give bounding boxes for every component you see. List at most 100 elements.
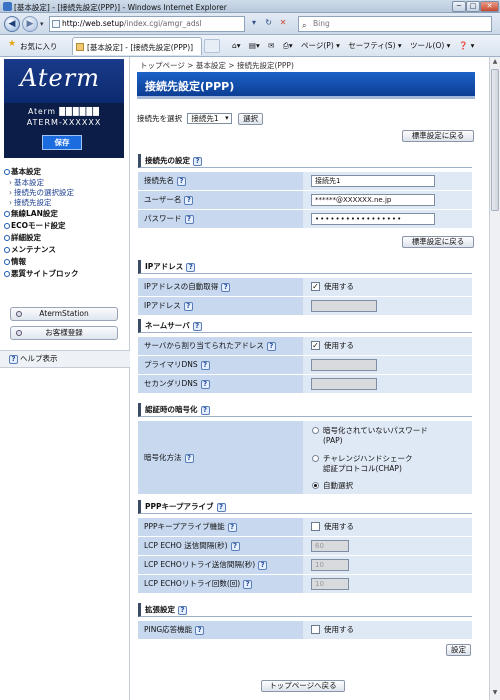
address-input[interactable]: http://web.setup/index.cgi/amgr_adsl [49,16,245,32]
row-ping: PING応答機能? 使用する [138,621,472,640]
ip-auto-checkbox[interactable]: ✓ [311,282,320,291]
help-icon[interactable]: ? [184,453,194,463]
url-path: /index.cgi/amgr_adsl [123,19,202,28]
help-icon[interactable]: ? [184,214,194,224]
feeds-icon[interactable]: ▤▾ [249,41,260,50]
auth-pap-radio[interactable] [312,427,319,434]
command-tools[interactable]: ツール(O) ▾ [410,41,450,50]
help-icon[interactable]: ? [243,579,253,589]
customer-register-button[interactable]: お客様登録 [10,326,118,340]
reset-default-button-connection[interactable]: 標準設定に戻る [402,236,474,248]
minimize-button[interactable]: ─ [452,1,466,12]
favorites-star-icon[interactable]: ★ [8,39,16,49]
row-lcp-interval: LCP ECHO 送信間隔(秒)? 60 [138,537,472,556]
ip-address-input[interactable] [311,300,377,312]
help-icon[interactable]: ? [200,379,210,389]
scroll-up-icon[interactable]: ▲ [491,58,499,68]
section-auth: 認証時の暗号化? 暗号化方法? 暗号化されていないパスワード (PAP) チャレ… [138,403,472,495]
print-icon[interactable]: ⎙▾ [283,41,293,50]
help-icon: ? [9,355,18,364]
mail-icon[interactable]: ✉ [268,41,274,50]
home-icon[interactable]: ⌂▾ [232,41,241,50]
favorites-label[interactable]: お気に入り [20,41,58,52]
history-dropdown-icon[interactable]: ▾ [40,20,44,28]
command-safety[interactable]: セーフティ(S) ▾ [348,41,401,50]
lcp-interval-input[interactable]: 60 [311,540,349,552]
menu-basic-settings[interactable]: 基本設定 [4,166,128,178]
help-icon[interactable]: ? [184,195,194,205]
aterm-station-button[interactable]: AtermStation [10,307,118,321]
help-icon[interactable]: ? [186,262,196,272]
dns-assigned-checkbox[interactable]: ✓ [311,341,320,350]
help-icon[interactable]: ? [183,301,193,311]
register-dot-icon [16,330,22,336]
back-to-top-button[interactable]: トップページへ戻る [261,680,345,692]
lcp-interval-label: LCP ECHO 送信間隔(秒)? [138,537,303,555]
menu-sub-basic[interactable]: 基本設定 [4,178,128,188]
keepalive-checkbox[interactable] [311,522,320,531]
save-button[interactable]: 保存 [42,135,82,150]
vertical-scrollbar[interactable]: ▲ ▼ [489,57,500,700]
forward-arrow-icon[interactable]: ▶ [22,16,38,32]
ie-app-icon [3,2,12,11]
menu-info[interactable]: 情報 [4,256,128,268]
menu-eco-mode[interactable]: ECOモード設定 [4,220,128,232]
menu-sub-connection-select[interactable]: 接続先の選択設定 [4,188,128,198]
username-input[interactable]: ******@XXXXXX.ne.jp [311,194,435,206]
help-icon[interactable]: ? [178,605,187,615]
refresh-icon[interactable]: ↻ [263,16,275,30]
help-display-link[interactable]: ? ヘルプ表示 [0,350,130,368]
ip-address-text: IPアドレス [144,301,181,310]
menu-maintenance[interactable]: メンテナンス [4,244,128,256]
set-button[interactable]: 設定 [446,644,471,656]
ip-address-label: IPアドレス? [138,297,303,315]
primary-dns-input[interactable] [311,359,377,371]
help-icon[interactable]: ? [221,282,231,292]
new-tab-button[interactable] [204,39,220,53]
menu-wireless-lan[interactable]: 無線LAN設定 [4,208,128,220]
help-icon[interactable]: ? [227,522,237,532]
password-input[interactable]: ••••••••••••••••• [311,213,435,225]
lcp-retry-count-text: LCP ECHOリトライ回数(回) [144,579,241,588]
help-icon[interactable]: ? [216,502,226,512]
row-username: ユーザー名? ******@XXXXXX.ne.jp [138,191,472,210]
scroll-thumb[interactable] [491,69,499,211]
connection-name-input[interactable]: 接続先1 [311,175,435,187]
compat-dropdown-icon[interactable]: ▾ [248,16,260,30]
customer-register-label: お客様登録 [45,328,83,337]
help-icon[interactable]: ? [258,560,268,570]
auth-chap-radio[interactable] [312,455,319,462]
help-icon[interactable]: ? [193,156,202,166]
help-icon[interactable]: ? [200,360,210,370]
command-page[interactable]: ページ(P) ▾ [301,41,340,50]
menu-advanced[interactable]: 詳細設定 [4,232,128,244]
help-icon[interactable]: ? [200,405,210,415]
menu-sub-connection-settings[interactable]: 接続先設定 [4,198,128,208]
stop-icon[interactable]: ✕ [277,16,289,30]
help-icon[interactable]: ? [177,176,186,186]
help-icon[interactable]: ? [230,541,240,551]
ping-checkbox[interactable] [311,625,320,634]
page-icon [52,20,60,28]
help-icon[interactable]: ? [192,321,202,331]
lcp-retry-count-input[interactable]: 10 [311,578,349,590]
command-help[interactable]: ❓ ▾ [459,41,475,50]
secondary-dns-input[interactable] [311,378,377,390]
search-input[interactable]: ⌕ Bing [298,16,492,32]
help-icon[interactable]: ? [195,625,205,635]
tab-current[interactable]: [基本設定] - [接続先設定(PPP)] [72,37,202,55]
secondary-dns-text: セカンダリDNS [144,379,198,388]
help-icon[interactable]: ? [266,341,276,351]
reset-default-button-top[interactable]: 標準設定に戻る [402,130,474,142]
scroll-down-icon[interactable]: ▼ [491,689,499,699]
close-button[interactable]: ✕ [480,1,499,12]
dns-assigned-text: サーバから割り当てられたアドレス [144,341,264,350]
menu-malicious-site-block[interactable]: 悪質サイトブロック [4,268,128,280]
lcp-retry-interval-input[interactable]: 10 [311,559,349,571]
back-arrow-icon[interactable]: ◀ [4,16,20,32]
select-button[interactable]: 選択 [238,113,264,125]
connection-select[interactable]: 接続先1 [187,113,232,124]
maximize-button[interactable]: □ [466,1,480,12]
row-lcp-retry-count: LCP ECHOリトライ回数(回)? 10 [138,575,472,594]
auth-auto-radio[interactable] [312,482,319,489]
